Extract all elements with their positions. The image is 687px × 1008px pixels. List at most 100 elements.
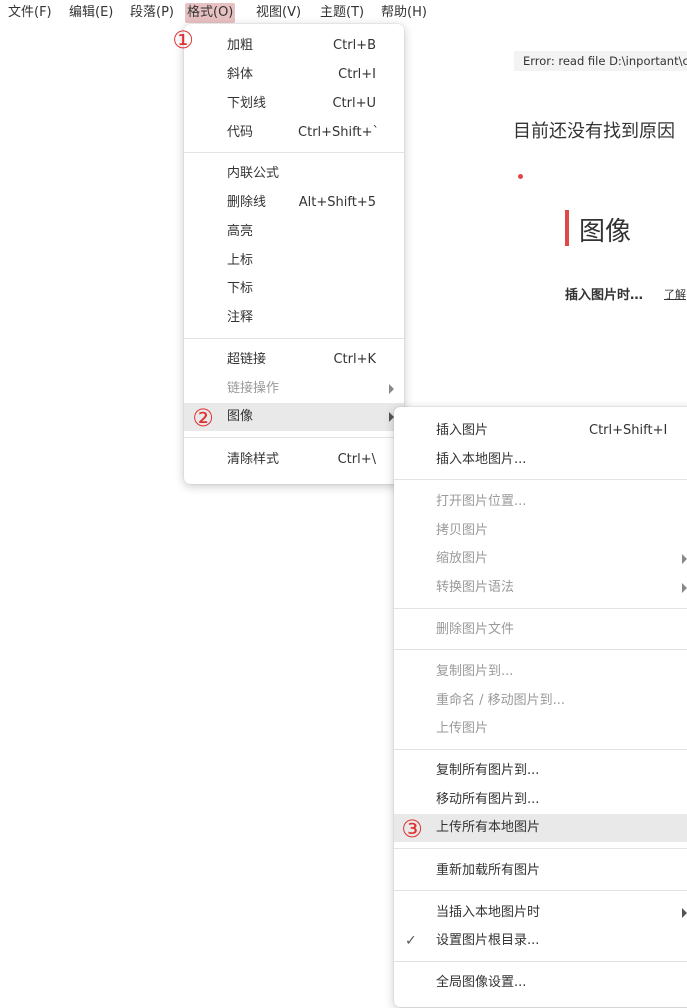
menu-item-label: 下划线	[227, 96, 267, 111]
menu-item-rename-move-image[interactable]: 重命名 / 移动图片到...	[394, 687, 687, 715]
menu-item-subscript[interactable]: 下标	[184, 275, 404, 303]
menu-item-when-insert-local-image[interactable]: 当插入本地图片时	[394, 899, 687, 927]
menu-item-shortcut: Ctrl+K	[333, 352, 376, 367]
menu-edit[interactable]: 编辑(E)	[67, 3, 115, 23]
menu-item-shortcut: Ctrl+Shift+`	[298, 125, 379, 140]
menu-separator	[394, 479, 687, 480]
check-icon: ✓	[405, 933, 417, 949]
menu-item-set-image-root[interactable]: ✓ 设置图片根目录...	[394, 927, 687, 955]
menu-item-shortcut: Ctrl+I	[338, 67, 376, 82]
menu-item-label: 移动所有图片到...	[436, 792, 540, 807]
menu-item-shortcut: Ctrl+U	[332, 96, 376, 111]
menu-item-label: 注释	[227, 310, 254, 325]
menu-item-label: 插入本地图片...	[436, 452, 527, 467]
chevron-right-icon	[682, 583, 687, 593]
menu-item-upload-all-local-images[interactable]: 上传所有本地图片	[394, 814, 687, 842]
menu-separator	[394, 649, 687, 650]
step-2-marker: ②	[192, 404, 214, 432]
menu-item-strikethrough[interactable]: 删除线 Alt+Shift+5	[184, 189, 404, 217]
heading-image: 图像	[579, 217, 632, 247]
menu-item-label: 上传所有本地图片	[436, 820, 541, 835]
menu-separator	[184, 437, 404, 438]
menu-item-italic[interactable]: 斜体 Ctrl+I	[184, 61, 404, 89]
menu-separator	[394, 961, 687, 962]
menu-item-label: 删除线	[227, 195, 267, 210]
menu-item-bold[interactable]: 加粗 Ctrl+B	[184, 32, 404, 60]
menu-item-label: 复制所有图片到...	[436, 763, 540, 778]
menu-item-image[interactable]: 图像	[184, 403, 404, 431]
chevron-right-icon	[682, 908, 687, 918]
menu-item-superscript[interactable]: 上标	[184, 247, 404, 275]
menu-item-reload-all-images[interactable]: 重新加载所有图片	[394, 857, 687, 885]
menu-item-insert-local-image[interactable]: 插入本地图片...	[394, 446, 687, 474]
menu-help[interactable]: 帮助(H)	[379, 3, 429, 23]
menu-item-global-image-settings[interactable]: 全局图像设置...	[394, 969, 687, 997]
menu-item-delete-image-file[interactable]: 删除图片文件	[394, 616, 687, 644]
image-submenu: 插入图片 Ctrl+Shift+I 插入本地图片... 打开图片位置... 拷贝…	[394, 407, 687, 1007]
menu-item-highlight[interactable]: 高亮	[184, 218, 404, 246]
step-1-marker: ①	[172, 26, 194, 54]
menu-item-copy-image[interactable]: 拷贝图片	[394, 517, 687, 545]
menu-item-zoom-image[interactable]: 缩放图片	[394, 545, 687, 573]
menu-item-label: 超链接	[227, 352, 267, 367]
menu-item-label: 内联公式	[227, 166, 280, 181]
menu-item-open-image-location[interactable]: 打开图片位置...	[394, 488, 687, 516]
menu-item-label: 代码	[227, 125, 254, 140]
menu-item-move-all-images[interactable]: 移动所有图片到...	[394, 786, 687, 814]
menu-item-label: 上标	[227, 253, 254, 268]
menu-item-hyperlink[interactable]: 超链接 Ctrl+K	[184, 346, 404, 374]
menu-view[interactable]: 视图(V)	[254, 3, 303, 23]
error-message: Error: read file D:\inportant\c	[514, 51, 687, 71]
learn-more-link[interactable]: 了解	[664, 286, 686, 302]
menu-item-label: 重新加载所有图片	[436, 863, 541, 878]
menu-bar: 文件(F) 编辑(E) 段落(P) 格式(O) 视图(V) 主题(T) 帮助(H…	[0, 0, 687, 26]
menu-item-clear-style[interactable]: 清除样式 Ctrl+\	[184, 446, 404, 474]
step-3-marker: ③	[401, 815, 423, 843]
menu-separator	[184, 338, 404, 339]
chevron-right-icon	[389, 384, 394, 394]
heading-accent-bar	[565, 210, 569, 246]
menu-item-label: 设置图片根目录...	[436, 933, 540, 948]
menu-item-insert-image[interactable]: 插入图片 Ctrl+Shift+I	[394, 417, 687, 445]
menu-item-shortcut: Ctrl+B	[333, 38, 376, 53]
menu-item-underline[interactable]: 下划线 Ctrl+U	[184, 90, 404, 118]
menu-separator	[394, 848, 687, 849]
menu-item-code[interactable]: 代码 Ctrl+Shift+`	[184, 119, 404, 147]
menu-item-label: 清除样式	[227, 452, 280, 467]
menu-separator	[394, 749, 687, 750]
menu-file[interactable]: 文件(F)	[6, 3, 54, 23]
menu-item-convert-image-syntax[interactable]: 转换图片语法	[394, 574, 687, 602]
menu-item-copy-all-images[interactable]: 复制所有图片到...	[394, 757, 687, 785]
menu-item-label: 重命名 / 移动图片到...	[436, 693, 566, 708]
menu-item-label: 高亮	[227, 224, 254, 239]
menu-paragraph[interactable]: 段落(P)	[128, 3, 176, 23]
menu-item-copy-image-to[interactable]: 复制图片到...	[394, 658, 687, 686]
insert-image-tip: 插入图片时…	[565, 288, 644, 303]
menu-item-shortcut: Alt+Shift+5	[298, 195, 376, 210]
menu-item-shortcut: Ctrl+\	[337, 452, 376, 467]
menu-item-label: 插入图片	[436, 423, 489, 438]
menu-theme[interactable]: 主题(T)	[318, 3, 366, 23]
paragraph-text: 目前还没有找到原因	[513, 121, 675, 142]
menu-separator	[184, 152, 404, 153]
menu-item-label: 缩放图片	[436, 551, 489, 566]
menu-item-label: 拷贝图片	[436, 523, 489, 538]
menu-item-upload-image[interactable]: 上传图片	[394, 715, 687, 743]
menu-item-label: 上传图片	[436, 721, 489, 736]
menu-item-inline-math[interactable]: 内联公式	[184, 160, 404, 188]
menu-item-label: 链接操作	[227, 381, 280, 396]
format-menu: 加粗 Ctrl+B 斜体 Ctrl+I 下划线 Ctrl+U 代码 Ctrl+S…	[184, 24, 404, 484]
menu-item-shortcut: Ctrl+Shift+I	[589, 423, 668, 438]
menu-item-label: 下标	[227, 281, 254, 296]
chevron-right-icon	[682, 554, 687, 564]
menu-item-comment[interactable]: 注释	[184, 304, 404, 332]
menu-item-label: 加粗	[227, 38, 254, 53]
menu-item-label: 图像	[227, 409, 254, 424]
menu-item-label: 斜体	[227, 67, 254, 82]
menu-item-label: 当插入本地图片时	[436, 905, 541, 920]
menu-separator	[394, 608, 687, 609]
menu-item-label: 转换图片语法	[436, 580, 515, 595]
menu-item-link-actions[interactable]: 链接操作	[184, 375, 404, 403]
menu-separator	[394, 890, 687, 891]
menu-format[interactable]: 格式(O)	[185, 3, 236, 23]
